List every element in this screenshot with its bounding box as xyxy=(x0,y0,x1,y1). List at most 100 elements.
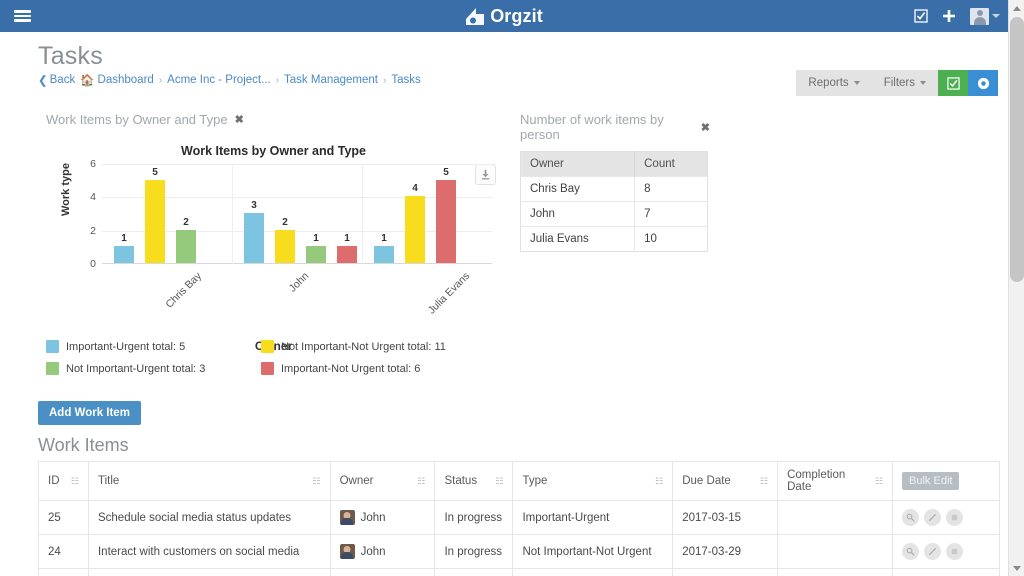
view-icon[interactable] xyxy=(902,543,920,560)
legend-swatch xyxy=(261,362,274,375)
reports-dropdown[interactable]: Reports xyxy=(796,70,872,96)
column-header-id[interactable]: ID ☷ xyxy=(38,461,89,501)
page-scrollbar[interactable] xyxy=(1008,0,1024,576)
edit-icon[interactable] xyxy=(924,509,942,526)
view-icon[interactable] xyxy=(902,509,920,526)
chart-bar[interactable] xyxy=(145,179,165,263)
settings-button[interactable] xyxy=(968,70,998,96)
legend-swatch xyxy=(261,340,274,353)
chart-bar-value: 1 xyxy=(344,233,350,245)
chart-bar[interactable] xyxy=(176,229,196,263)
y-tick: 2 xyxy=(90,224,96,237)
column-label: Status xyxy=(444,475,478,487)
chart-bar-value: 2 xyxy=(183,216,189,228)
column-header-owner[interactable]: Owner xyxy=(520,151,636,177)
column-label: Title xyxy=(97,475,120,487)
chart-bar[interactable] xyxy=(337,246,357,263)
brand-logo-area: Orgzit xyxy=(0,0,1008,32)
edit-icon[interactable] xyxy=(924,543,942,560)
person-count-widget-title-bar: Number of work items by person ✖ xyxy=(520,112,710,142)
cell-actions xyxy=(892,534,1000,569)
cell-status: In progress xyxy=(434,534,514,569)
breadcrumb-separator: › xyxy=(383,74,387,86)
column-header-type[interactable]: Type ☷ xyxy=(512,461,674,501)
checkbox-icon[interactable] xyxy=(914,9,928,23)
column-menu-icon[interactable]: ☷ xyxy=(875,476,883,486)
column-menu-icon[interactable]: ☷ xyxy=(655,476,663,486)
legend-item[interactable]: Important-Urgent total: 5 xyxy=(46,340,261,353)
breadcrumb-item-task-management[interactable]: Task Management xyxy=(284,74,378,86)
breadcrumb-separator: › xyxy=(275,74,280,86)
column-header-actions: Bulk Edit xyxy=(892,461,1000,501)
column-menu-icon[interactable]: ☷ xyxy=(417,476,425,486)
avatar xyxy=(339,510,355,525)
column-header-title[interactable]: Title ☷ xyxy=(87,461,331,501)
column-header-due-date[interactable]: Due Date ☷ xyxy=(672,461,779,501)
bulk-edit-button[interactable]: Bulk Edit xyxy=(902,472,960,490)
gear-icon xyxy=(977,77,989,89)
scroll-down-arrow-icon[interactable] xyxy=(1009,560,1024,576)
breadcrumb-item-project[interactable]: Acme Inc - Project... xyxy=(167,74,271,86)
column-menu-icon[interactable]: ☷ xyxy=(760,476,768,486)
column-menu-icon[interactable]: ☷ xyxy=(495,476,503,486)
breadcrumb-label-dashboard: Dashboard xyxy=(97,74,154,86)
table-row[interactable]: 25 Schedule social media status updates Jo… xyxy=(38,500,1000,535)
plus-icon[interactable] xyxy=(942,9,956,23)
table-row[interactable]: 24 Interact with customers on social medi… xyxy=(38,534,1000,569)
cell-due-date: 2017-03-29 xyxy=(672,534,779,569)
navbar-right-actions xyxy=(914,0,1000,32)
cell-owner: John xyxy=(520,201,636,227)
chart-y-axis-ticks: 0 2 4 6 xyxy=(74,158,96,270)
breadcrumb-item-tasks[interactable]: Tasks xyxy=(391,74,420,86)
column-label: Due Date xyxy=(682,475,731,487)
legend-label: Not Important-Urgent total: 3 xyxy=(66,362,206,375)
table-row[interactable]: 23Install tracking codes on websiteJulia… xyxy=(38,568,1000,576)
chart-bar[interactable] xyxy=(244,213,264,263)
column-header-count[interactable]: Count xyxy=(634,151,708,177)
chart-bar[interactable] xyxy=(405,196,425,263)
chart-bar[interactable] xyxy=(114,246,134,263)
cell-actions xyxy=(892,568,1000,576)
filters-dropdown[interactable]: Filters xyxy=(871,70,938,96)
table-row[interactable]: Julia Evans 10 xyxy=(520,226,708,252)
legend-item[interactable]: Important-Not Urgent total: 6 xyxy=(261,362,476,375)
add-work-item-button[interactable]: Add Work Item xyxy=(38,401,141,425)
delete-icon[interactable] xyxy=(946,543,964,560)
breadcrumb-item-dashboard[interactable]: 🏠 Dashboard xyxy=(80,73,154,87)
reports-label: Reports xyxy=(808,77,849,89)
column-header-status[interactable]: Status ☷ xyxy=(434,461,514,501)
chart-bar[interactable] xyxy=(275,229,295,263)
chart-legend: Important-Urgent total: 5 Not Important-N… xyxy=(46,340,476,375)
close-icon[interactable]: ✖ xyxy=(235,113,244,126)
table-row[interactable]: John 7 xyxy=(520,201,708,227)
scrollbar-thumb[interactable] xyxy=(1010,17,1024,282)
scroll-up-arrow-icon[interactable] xyxy=(1009,0,1024,16)
filters-label: Filters xyxy=(883,77,915,89)
delete-icon[interactable] xyxy=(946,509,964,526)
chart-bar[interactable] xyxy=(306,246,326,263)
chart-bar[interactable] xyxy=(374,246,394,263)
breadcrumb-back-link[interactable]: ❮ Back xyxy=(38,73,75,87)
user-menu[interactable] xyxy=(970,7,1000,25)
legend-item[interactable]: Not Important-Not Urgent total: 11 xyxy=(261,340,476,353)
legend-label: Important-Urgent total: 5 xyxy=(66,340,186,353)
legend-label: Not Important-Not Urgent total: 11 xyxy=(281,340,446,353)
column-menu-icon[interactable]: ☷ xyxy=(312,476,320,486)
chart-bar[interactable] xyxy=(436,179,456,263)
column-menu-icon[interactable]: ☷ xyxy=(71,476,79,486)
column-header-owner[interactable]: Owner ☷ xyxy=(329,461,436,501)
y-tick: 4 xyxy=(90,191,96,204)
legend-swatch xyxy=(46,340,59,353)
close-icon[interactable]: ✖ xyxy=(701,121,710,134)
work-items-section-title: Work Items xyxy=(38,435,129,455)
hamburger-menu-icon[interactable] xyxy=(0,0,44,32)
table-row[interactable]: Chris Bay 8 xyxy=(520,176,708,202)
legend-item[interactable]: Not Important-Urgent total: 3 xyxy=(46,362,261,375)
cell-due-date: 2017-03-15 xyxy=(672,500,779,535)
person-count-widget: Number of work items by person ✖ Owner C… xyxy=(520,112,710,252)
select-mode-button[interactable] xyxy=(938,70,968,96)
column-header-completion-date[interactable]: Completion Date ☷ xyxy=(777,461,894,501)
chart-title: Work Items by Owner and Type xyxy=(181,144,366,158)
chart-bar-value: 5 xyxy=(443,166,449,178)
column-label: Owner xyxy=(339,475,374,487)
